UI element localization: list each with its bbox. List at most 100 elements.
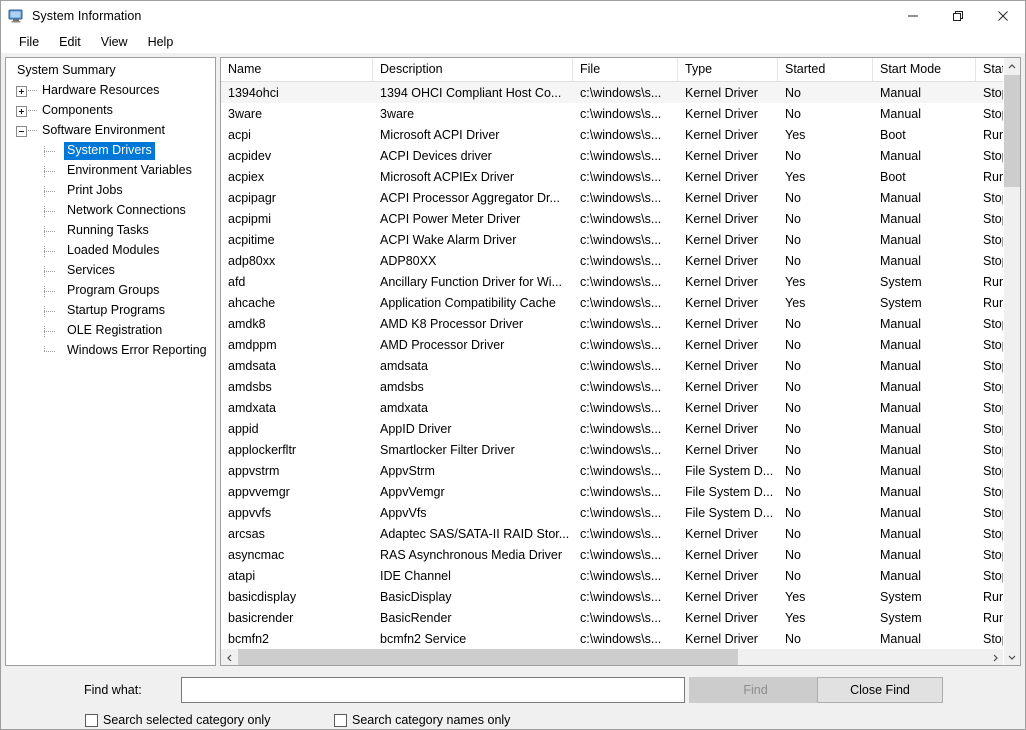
tree-connector [44, 145, 62, 157]
cell-started: No [785, 526, 801, 541]
horizontal-scrollbar-thumb[interactable] [238, 649, 738, 665]
table-row[interactable]: basicrender BasicRender c:\windows\s... Ker… [221, 607, 1020, 628]
horizontal-scrollbar[interactable] [221, 648, 1003, 665]
table-row[interactable]: amdppm AMD Processor Driver c:\windows\s..… [221, 334, 1020, 355]
tree-item-windows-error-reporting[interactable]: Windows Error Reporting [6, 341, 215, 361]
search-selected-category-checkbox[interactable]: Search selected category only [85, 713, 270, 727]
table-row[interactable]: adp80xx ADP80XX c:\windows\s... Kernel Driv… [221, 250, 1020, 271]
column-header-start-mode[interactable]: Start Mode [873, 58, 976, 81]
cell-name: asyncmac [228, 547, 285, 562]
cell-started: No [785, 400, 801, 415]
tree-item-system-drivers[interactable]: System Drivers [6, 141, 215, 161]
tree-item-label: Environment Variables [67, 163, 192, 177]
vertical-scrollbar[interactable] [1003, 58, 1020, 665]
cell-type: Kernel Driver [685, 547, 758, 562]
table-row[interactable]: appvstrm AppvStrm c:\windows\s... File Syst… [221, 460, 1020, 481]
minimize-icon[interactable] [890, 1, 935, 31]
table-row[interactable]: amdsbs amdsbs c:\windows\s... Kernel Driver… [221, 376, 1020, 397]
menu-item-edit[interactable]: Edit [49, 33, 91, 52]
table-row[interactable]: afd Ancillary Function Driver for Wi... c:… [221, 271, 1020, 292]
scroll-right-icon[interactable] [986, 649, 1003, 665]
cell-name: acpi [228, 127, 251, 142]
cell-start-mode: Manual [880, 526, 921, 541]
tree-item-network-connections[interactable]: Network Connections [6, 201, 215, 221]
table-row[interactable]: acpiex Microsoft ACPIEx Driver c:\windows\… [221, 166, 1020, 187]
tree-item-environment-variables[interactable]: Environment Variables [6, 161, 215, 181]
table-row[interactable]: acpipagr ACPI Processor Aggregator Dr... c… [221, 187, 1020, 208]
table-row[interactable]: arcsas Adaptec SAS/SATA-II RAID Stor... c:… [221, 523, 1020, 544]
cell-description: ADP80XX [380, 253, 437, 268]
menu-item-view[interactable]: View [91, 33, 138, 52]
tree-item-hardware-resources[interactable]: Hardware Resources [6, 81, 215, 101]
cell-start-mode: Manual [880, 631, 921, 646]
close-icon[interactable] [980, 1, 1025, 31]
cell-start-mode: Manual [880, 547, 921, 562]
search-category-names-checkbox[interactable]: Search category names only [334, 713, 510, 727]
expand-icon[interactable] [16, 105, 27, 117]
restore-icon[interactable] [935, 1, 980, 31]
tree-item-components[interactable]: Components [6, 101, 215, 121]
table-row[interactable]: acpi Microsoft ACPI Driver c:\windows\s...… [221, 124, 1020, 145]
table-row[interactable]: acpipmi ACPI Power Meter Driver c:\windows… [221, 208, 1020, 229]
table-row[interactable]: acpitime ACPI Wake Alarm Driver c:\windows… [221, 229, 1020, 250]
menu-item-help[interactable]: Help [138, 33, 184, 52]
cell-started: No [785, 358, 801, 373]
checkbox-box-selected-category[interactable] [85, 713, 98, 727]
category-tree[interactable]: System Summary Hardware Resources Componen… [5, 57, 216, 666]
close-find-button[interactable]: Close Find [817, 677, 943, 703]
table-row[interactable]: 1394ohci 1394 OHCI Compliant Host Co... c:… [221, 82, 1020, 103]
table-row[interactable]: bcmfn2 bcmfn2 Service c:\windows\s... Kerne… [221, 628, 1020, 649]
table-row[interactable]: atapi IDE Channel c:\windows\s... Kernel Dr… [221, 565, 1020, 586]
tree-item-program-groups[interactable]: Program Groups [6, 281, 215, 301]
tree-item-startup-programs[interactable]: Startup Programs [6, 301, 215, 321]
column-header-type[interactable]: Type [678, 58, 778, 81]
cell-type: Kernel Driver [685, 169, 758, 184]
table-row[interactable]: appvvemgr AppvVemgr c:\windows\s... File Sy… [221, 481, 1020, 502]
table-row[interactable]: ahcache Application Compatibility Cache c:… [221, 292, 1020, 313]
tree-connector [44, 305, 62, 317]
tree-item-loaded-modules[interactable]: Loaded Modules [6, 241, 215, 261]
menu-item-file[interactable]: File [9, 33, 49, 52]
search-input[interactable] [181, 677, 685, 703]
cell-start-mode: Manual [880, 484, 921, 499]
cell-started: No [785, 211, 801, 226]
table-row[interactable]: amdsata amdsata c:\windows\s... Kernel Driv… [221, 355, 1020, 376]
list-rows-container[interactable]: 1394ohci 1394 OHCI Compliant Host Co... c:… [221, 82, 1020, 665]
table-row[interactable]: basicdisplay BasicDisplay c:\windows\s... K… [221, 586, 1020, 607]
cell-started: No [785, 442, 801, 457]
scroll-down-icon[interactable] [1004, 648, 1020, 665]
cell-description: Smartlocker Filter Driver [380, 442, 515, 457]
column-header-file[interactable]: File [573, 58, 678, 81]
expand-icon[interactable] [16, 85, 27, 97]
table-row[interactable]: acpidev ACPI Devices driver c:\windows\s..… [221, 145, 1020, 166]
column-header-started[interactable]: Started [778, 58, 873, 81]
vertical-scrollbar-thumb[interactable] [1004, 75, 1020, 187]
checkbox-box-category-names[interactable] [334, 713, 347, 727]
cell-file: c:\windows\s... [580, 568, 662, 583]
cell-name: appvstrm [228, 463, 280, 478]
cell-type: File System D... [685, 484, 774, 499]
table-row[interactable]: amdk8 AMD K8 Processor Driver c:\windows\s… [221, 313, 1020, 334]
scroll-up-icon[interactable] [1004, 58, 1020, 75]
cell-file: c:\windows\s... [580, 442, 662, 457]
table-row[interactable]: amdxata amdxata c:\windows\s... Kernel Driv… [221, 397, 1020, 418]
scroll-left-icon[interactable] [221, 649, 238, 665]
table-row[interactable]: appid AppID Driver c:\windows\s... Kernel D… [221, 418, 1020, 439]
drivers-list-view[interactable]: Name Description File Type Started Start Mode… [220, 57, 1021, 666]
tree-item-software-environment[interactable]: Software Environment [6, 121, 215, 141]
find-button[interactable]: Find [689, 677, 822, 703]
table-row[interactable]: applockerfltr Smartlocker Filter Driver c:… [221, 439, 1020, 460]
tree-item-system-summary[interactable]: System Summary [6, 61, 215, 81]
tree-item-services[interactable]: Services [6, 261, 215, 281]
table-row[interactable]: appvvfs AppvVfs c:\windows\s... File System… [221, 502, 1020, 523]
tree-item-running-tasks[interactable]: Running Tasks [6, 221, 215, 241]
table-row[interactable]: 3ware 3ware c:\windows\s... Kernel Driver No… [221, 103, 1020, 124]
column-header-description[interactable]: Description [373, 58, 573, 81]
table-row[interactable]: asyncmac RAS Asynchronous Media Driver c:\… [221, 544, 1020, 565]
cell-name: amdppm [228, 337, 277, 352]
column-header-name[interactable]: Name [221, 58, 373, 81]
tree-item-print-jobs[interactable]: Print Jobs [6, 181, 215, 201]
collapse-icon[interactable] [16, 125, 27, 137]
cell-start-mode: Boot [880, 169, 906, 184]
tree-item-ole-registration[interactable]: OLE Registration [6, 321, 215, 341]
